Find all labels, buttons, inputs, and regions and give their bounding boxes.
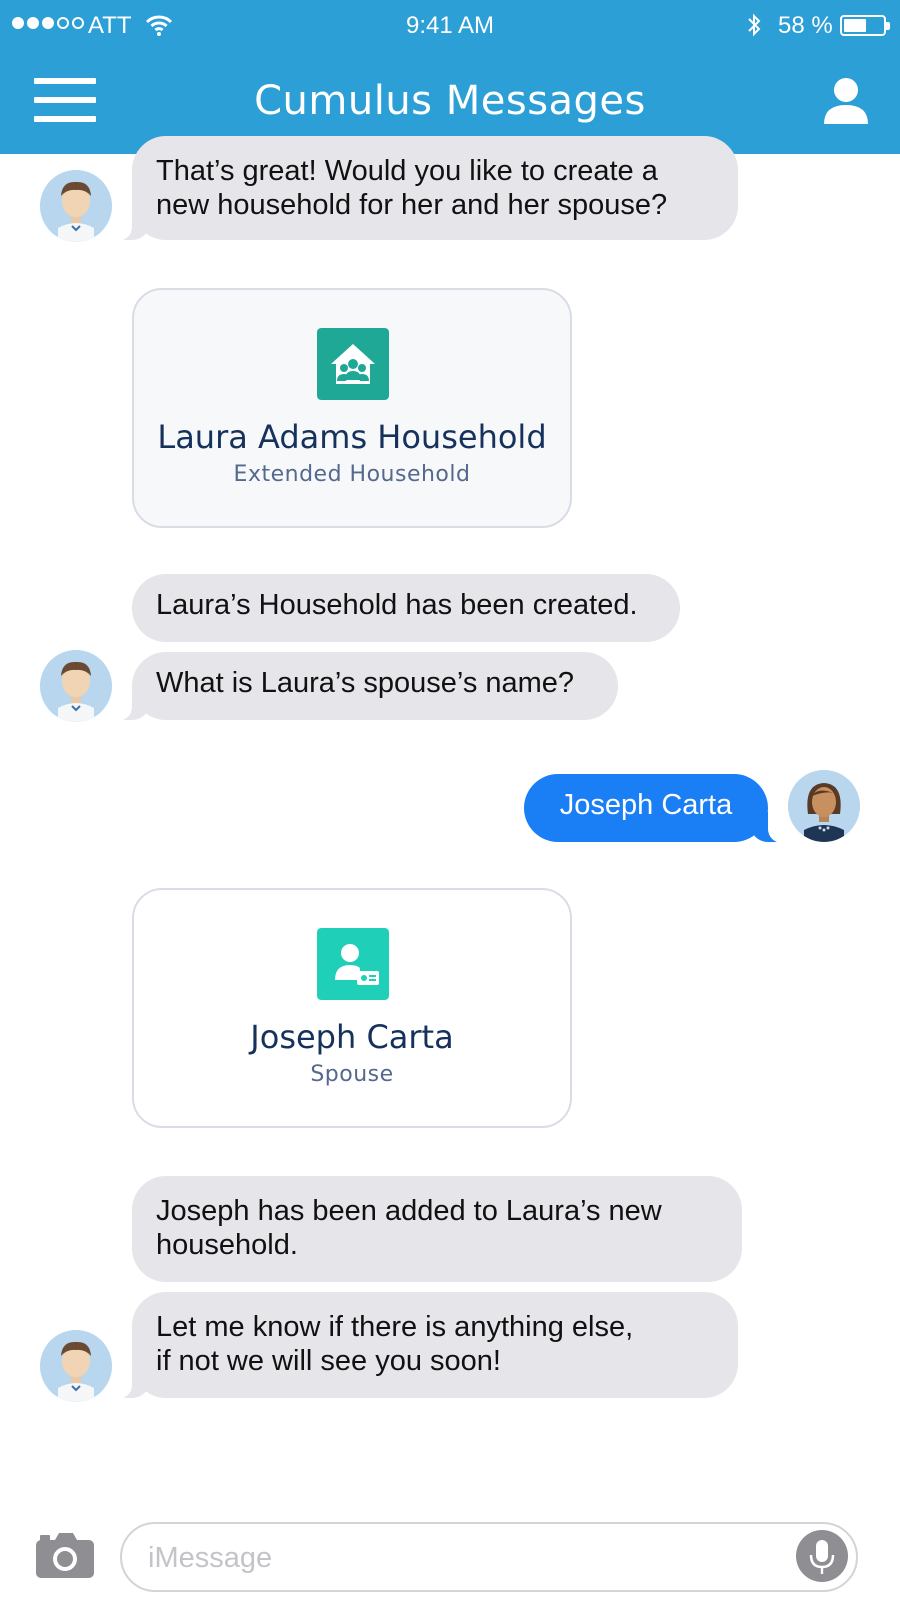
- contact-card-title: Joseph Carta: [250, 1018, 454, 1056]
- clock: 9:41 AM: [405, 12, 495, 39]
- contact-icon: [317, 928, 389, 1000]
- contact-card[interactable]: Joseph Carta Spouse: [132, 888, 572, 1128]
- message-input[interactable]: iMessage: [120, 1522, 858, 1592]
- page-title: Cumulus Messages: [254, 78, 646, 124]
- message-input-placeholder: iMessage: [148, 1542, 273, 1574]
- incoming-message: Let me know if there is anything else, i…: [110, 1292, 738, 1399]
- household-card-subtitle: Extended Household: [233, 462, 471, 487]
- user-avatar: [788, 770, 860, 842]
- household-card-title: Laura Adams Household: [157, 418, 547, 456]
- outgoing-message: Joseph Carta: [524, 774, 790, 843]
- user-profile-icon[interactable]: [822, 76, 870, 126]
- app-header: ATT 9:41 AM 58 % Cumulus Messages: [0, 0, 900, 154]
- bot-avatar: [40, 1330, 112, 1402]
- microphone-icon: [809, 1540, 835, 1574]
- household-icon: [317, 328, 389, 400]
- incoming-message: That’s great! Would you like to create a…: [110, 136, 738, 241]
- status-bar: ATT 9:41 AM 58 %: [0, 0, 900, 50]
- incoming-message: Laura’s Household has been created.: [132, 574, 680, 642]
- bluetooth-icon: [748, 13, 761, 37]
- bot-avatar: [40, 170, 112, 242]
- microphone-button[interactable]: [796, 1530, 848, 1582]
- incoming-message: Joseph has been added to Laura’s new hou…: [132, 1176, 742, 1282]
- camera-icon[interactable]: [36, 1532, 94, 1578]
- bot-avatar: [40, 650, 112, 722]
- battery-percent: 58 %: [778, 12, 833, 39]
- battery-icon: [840, 15, 890, 36]
- contact-card-subtitle: Spouse: [310, 1062, 394, 1087]
- household-card[interactable]: Laura Adams Household Extended Household: [132, 288, 572, 528]
- incoming-message: What is Laura’s spouse’s name?: [110, 652, 618, 721]
